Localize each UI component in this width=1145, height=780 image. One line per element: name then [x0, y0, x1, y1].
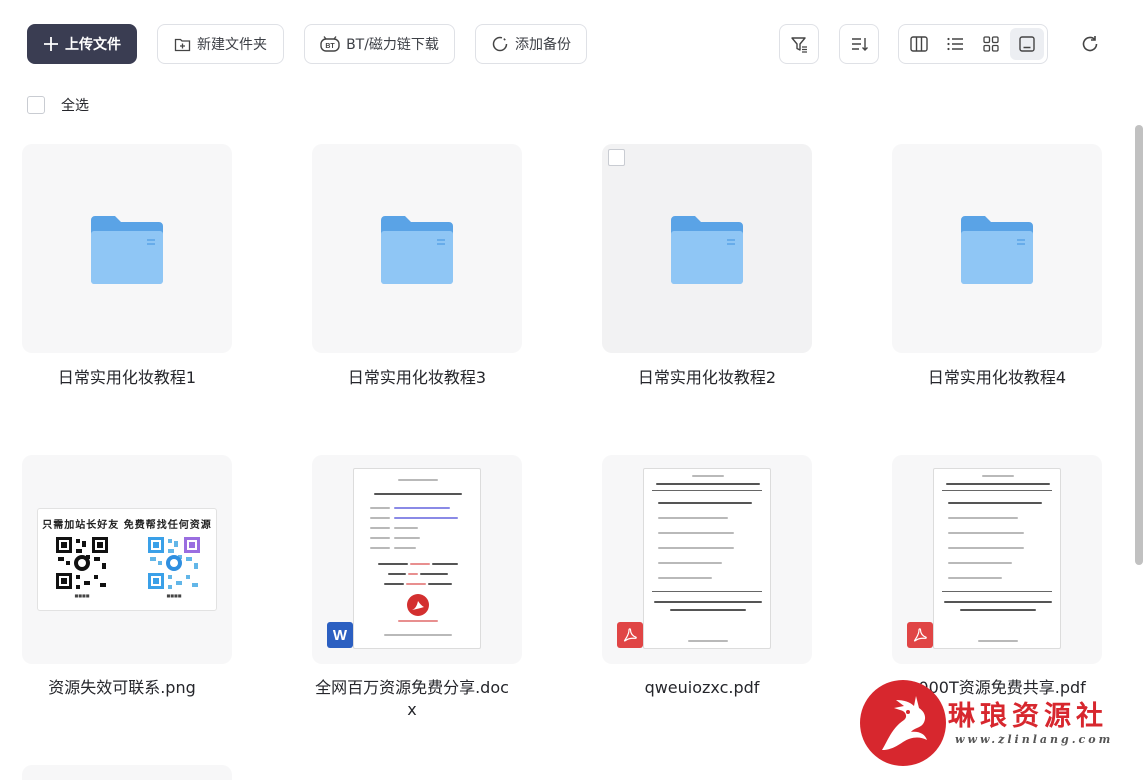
document-thumbnail: [643, 468, 771, 649]
thumbnail-icon: [1019, 36, 1035, 52]
document-thumbnail: [353, 468, 481, 649]
file-card[interactable]: [602, 455, 812, 664]
file-card[interactable]: [892, 455, 1102, 664]
upload-button[interactable]: 上传文件: [27, 24, 137, 64]
file-card[interactable]: W: [312, 455, 522, 664]
file-name[interactable]: 日常实用化妆教程3: [292, 367, 542, 389]
word-icon: W: [327, 622, 353, 648]
refresh-icon: [1082, 36, 1098, 52]
file-card[interactable]: [602, 144, 812, 353]
file-card[interactable]: [312, 144, 522, 353]
qr-code-icon: [54, 535, 110, 591]
grid-icon: [983, 36, 999, 52]
qr-caption: ■■■■: [166, 593, 182, 598]
new-folder-button[interactable]: 新建文件夹: [157, 24, 284, 64]
new-folder-label: 新建文件夹: [197, 37, 267, 53]
watermark: 琳琅资源社 www.zlinlang.com: [860, 680, 1130, 770]
view-switcher: [898, 24, 1048, 64]
watermark-url: www.zlinlang.com: [955, 733, 1114, 746]
columns-icon: [910, 36, 928, 52]
scrollbar[interactable]: [1135, 125, 1143, 565]
select-all-checkbox[interactable]: [27, 96, 45, 114]
refresh-button[interactable]: [1070, 24, 1110, 64]
qr-caption: ■■■■: [74, 593, 90, 598]
pdf-icon: [617, 622, 643, 648]
select-all[interactable]: 全选: [27, 95, 89, 115]
plus-icon: [44, 37, 58, 51]
bt-download-label: BT/磁力链下载: [346, 37, 439, 53]
file-name[interactable]: qweuiozxc.pdf: [577, 677, 827, 699]
file-name[interactable]: 资源失效可联系.png: [0, 677, 247, 699]
bt-icon: BT: [320, 36, 340, 52]
add-backup-button[interactable]: 添加备份: [475, 24, 587, 64]
bt-download-button[interactable]: BT BT/磁力链下载: [304, 24, 455, 64]
filter-button[interactable]: [779, 24, 819, 64]
folder-icon: [381, 216, 453, 284]
file-card[interactable]: 只需加站长好友 免费帮找任何资源 ■■■■ ■■■■: [22, 455, 232, 664]
dragon-logo-icon: [860, 680, 946, 766]
file-checkbox[interactable]: [608, 149, 625, 166]
thumbnail-caption: 只需加站长好友 免费帮找任何资源: [42, 520, 212, 531]
view-thumbnail-button[interactable]: [1010, 28, 1044, 60]
file-card[interactable]: [892, 144, 1102, 353]
sort-icon: [852, 38, 868, 51]
folder-icon: [961, 216, 1033, 284]
document-thumbnail: [933, 468, 1061, 649]
svg-text:BT: BT: [325, 43, 335, 50]
file-manager: 上传文件 新建文件夹 BT BT/磁力链下载 添加备份 全选 日常实用化妆教程1…: [0, 0, 1145, 780]
file-name[interactable]: 日常实用化妆教程1: [2, 367, 252, 389]
file-name[interactable]: 日常实用化妆教程2: [582, 367, 832, 389]
filter-icon: [791, 37, 807, 53]
backup-icon: [492, 36, 508, 52]
file-card[interactable]: [22, 765, 232, 780]
list-icon: [947, 37, 963, 51]
file-name[interactable]: 全网百万资源免费分享.docx: [287, 677, 537, 721]
qr-code-icon: [146, 535, 202, 591]
folder-icon: [91, 216, 163, 284]
folder-icon: [671, 216, 743, 284]
view-list-button[interactable]: [938, 28, 972, 60]
toolbar: 上传文件 新建文件夹 BT BT/磁力链下载 添加备份: [27, 24, 1145, 64]
add-backup-label: 添加备份: [515, 37, 571, 53]
logo-icon: [407, 594, 429, 616]
pdf-icon: [907, 622, 933, 648]
folder-add-icon: [174, 38, 191, 51]
upload-label: 上传文件: [65, 37, 121, 53]
select-all-label: 全选: [61, 98, 89, 114]
file-card[interactable]: [22, 144, 232, 353]
view-grid-button[interactable]: [974, 28, 1008, 60]
image-thumbnail: 只需加站长好友 免费帮找任何资源 ■■■■ ■■■■: [37, 508, 217, 611]
watermark-title: 琳琅资源社: [948, 701, 1108, 732]
file-name[interactable]: 日常实用化妆教程4: [872, 367, 1122, 389]
sort-button[interactable]: [839, 24, 879, 64]
view-columns-button[interactable]: [902, 28, 936, 60]
